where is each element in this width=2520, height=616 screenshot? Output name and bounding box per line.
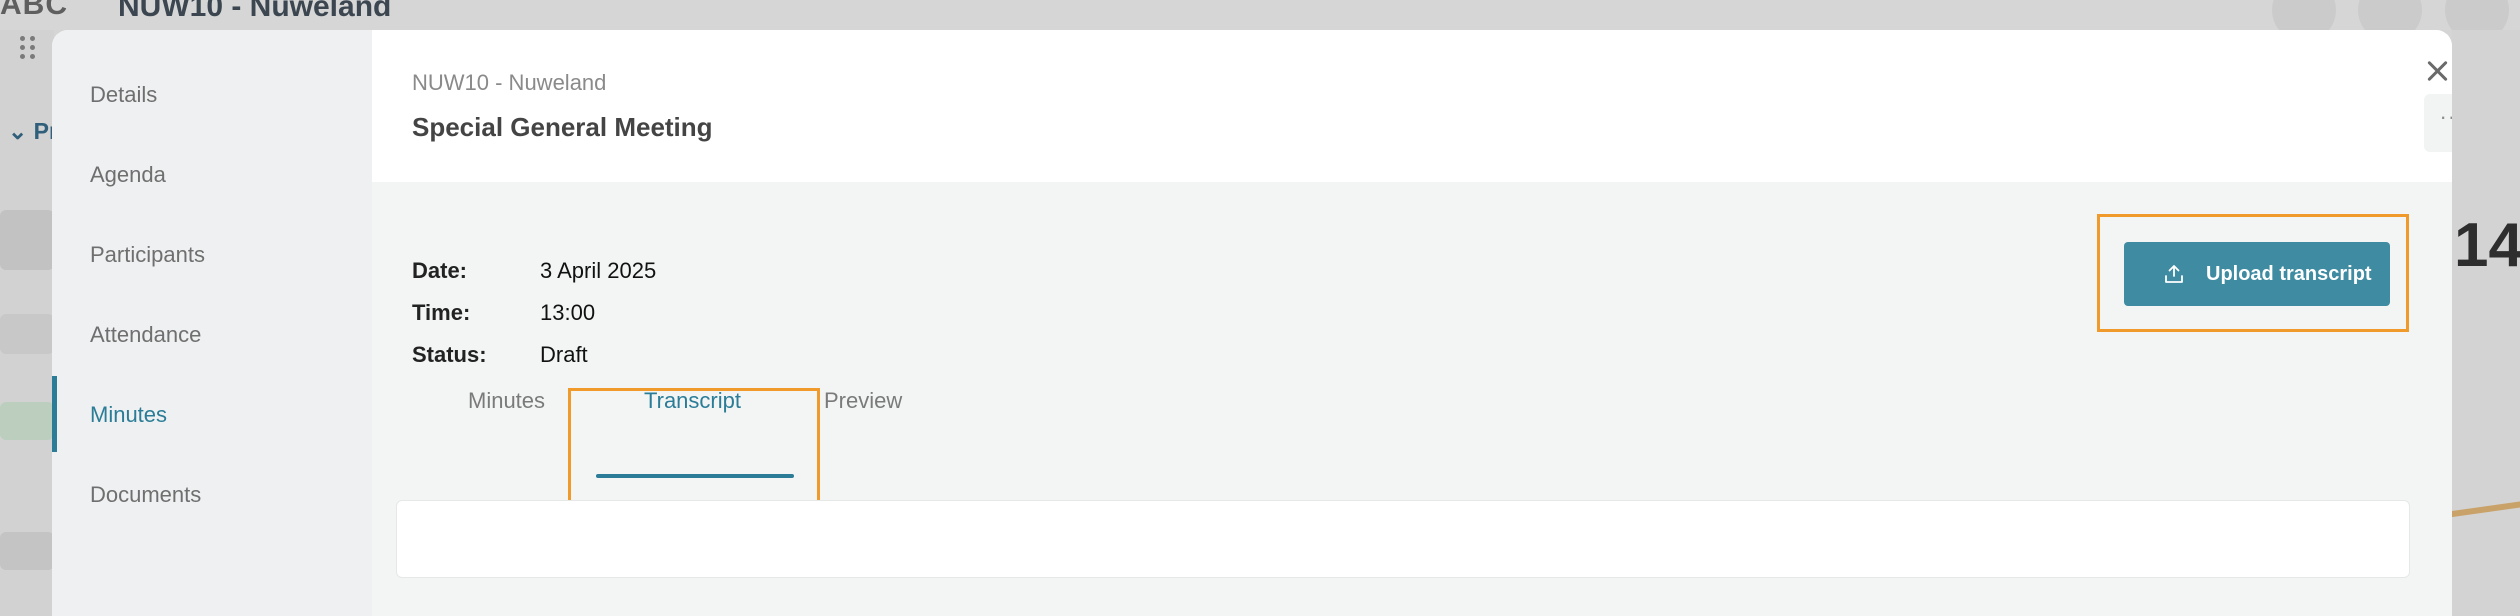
date-label: Date: bbox=[412, 258, 468, 283]
time-value: 13:00 bbox=[540, 300, 596, 325]
close-icon[interactable] bbox=[2424, 58, 2450, 84]
background-block bbox=[0, 314, 54, 354]
background-page-title: NUW10 - Nuweland bbox=[118, 0, 392, 23]
background-block bbox=[0, 532, 54, 570]
sidebar-item-attendance[interactable]: Attendance bbox=[90, 322, 201, 348]
upload-icon bbox=[2165, 265, 2183, 283]
transcript-content-panel[interactable] bbox=[396, 500, 2410, 578]
background-number: 14 bbox=[2454, 211, 2520, 280]
date-value: 3 April 2025 bbox=[540, 258, 657, 283]
background-section-label: ⌄ Pr bbox=[8, 118, 58, 144]
tab-preview[interactable]: Preview bbox=[824, 388, 902, 414]
grid-menu-icon[interactable] bbox=[18, 34, 38, 60]
upload-button-label: Upload transcript bbox=[2206, 263, 2372, 285]
app-logo: ABC bbox=[0, 0, 68, 21]
meeting-title: Special General Meeting bbox=[412, 112, 713, 142]
tab-minutes[interactable]: Minutes bbox=[468, 388, 545, 414]
background-right-panel bbox=[2452, 30, 2520, 616]
more-options-button[interactable]: ··· bbox=[2424, 94, 2452, 152]
status-label: Status: bbox=[412, 342, 487, 367]
modal-header: NUW10 - Nuweland Special General Meeting… bbox=[372, 30, 2452, 182]
upload-transcript-button[interactable]: Upload transcript bbox=[2124, 242, 2390, 306]
sidebar-item-documents[interactable]: Documents bbox=[90, 482, 201, 508]
sidebar-item-agenda[interactable]: Agenda bbox=[90, 162, 166, 188]
sidebar-item-minutes[interactable]: Minutes bbox=[90, 402, 167, 428]
sidebar-item-participants[interactable]: Participants bbox=[90, 242, 205, 268]
modal-sidebar: Details Agenda Participants Attendance M… bbox=[52, 30, 372, 616]
meeting-modal: Details Agenda Participants Attendance M… bbox=[52, 30, 2452, 616]
status-value: Draft bbox=[540, 342, 588, 367]
background-topbar: ABC NUW10 - Nuweland bbox=[0, 0, 2520, 42]
sidebar-active-indicator bbox=[52, 376, 57, 452]
modal-body: Date: 3 April 2025 Time: 13:00 Status: D… bbox=[372, 182, 2452, 616]
time-label: Time: bbox=[412, 300, 471, 325]
tab-highlight-box bbox=[568, 388, 820, 506]
background-block bbox=[0, 210, 54, 270]
sidebar-item-details[interactable]: Details bbox=[90, 82, 157, 108]
meeting-subtitle: NUW10 - Nuweland bbox=[412, 70, 607, 95]
background-block bbox=[0, 402, 54, 440]
